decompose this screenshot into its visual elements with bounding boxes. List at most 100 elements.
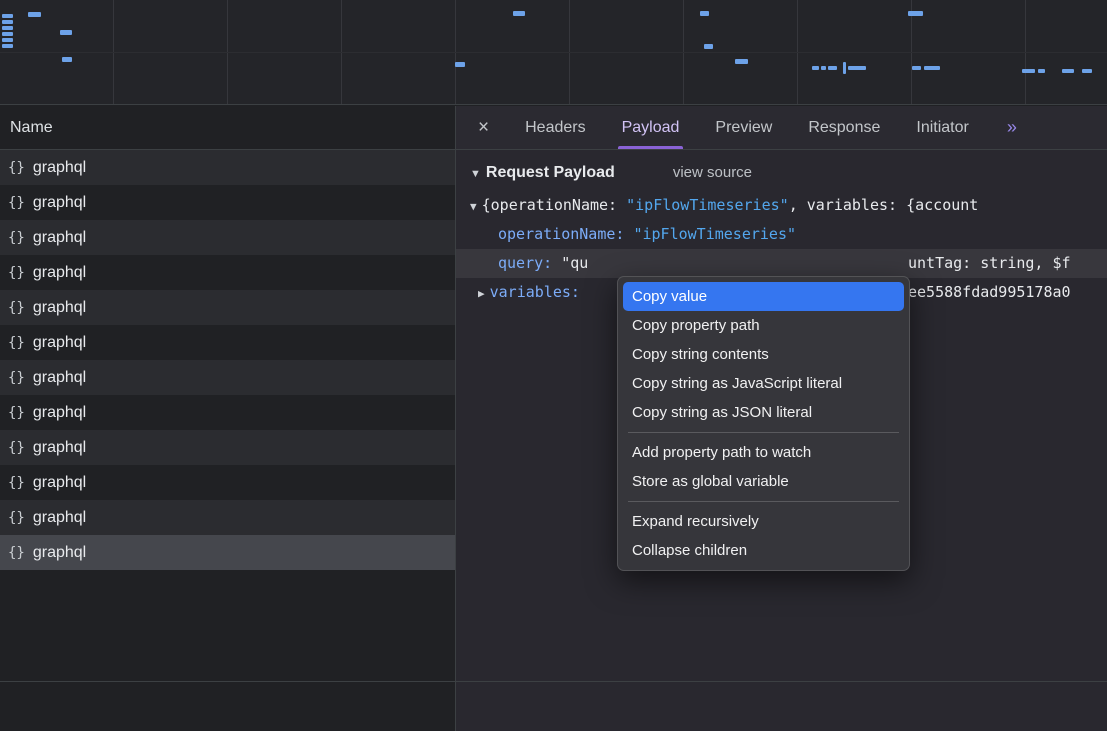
waterfall-bar: [2, 20, 13, 24]
waterfall-bar: [912, 66, 921, 70]
menu-item-copy-value[interactable]: Copy value: [623, 282, 904, 311]
waterfall-bar: [2, 38, 13, 42]
menu-item-store-as-global-variable[interactable]: Store as global variable: [623, 467, 904, 496]
json-icon: {}: [8, 335, 25, 351]
request-list-panel: Name {} graphql {} graphql {} graphql {} gra…: [0, 106, 456, 731]
request-row[interactable]: {}graphql: [0, 255, 455, 290]
menu-item-copy-string-contents[interactable]: Copy string contents: [623, 340, 904, 369]
waterfall-bar: [735, 59, 748, 64]
waterfall-bar: [848, 66, 866, 70]
context-menu: Copy value Copy property path Copy strin…: [617, 276, 910, 571]
payload-row-operationname[interactable]: operationName: "ipFlowTimeseries": [456, 220, 1107, 249]
detail-tab-bar: × Headers Payload Preview Response Initi…: [456, 106, 1107, 150]
name-column-label: Name: [10, 119, 53, 137]
menu-item-copy-string-json-literal[interactable]: Copy string as JSON literal: [623, 398, 904, 427]
close-icon[interactable]: ×: [478, 117, 489, 139]
request-name: graphql: [33, 159, 86, 177]
waterfall-bar: [60, 30, 72, 35]
json-icon: {}: [8, 300, 25, 316]
request-row[interactable]: {} graphql: [0, 220, 455, 255]
json-icon: {}: [8, 545, 25, 561]
request-row[interactable]: {} graphql: [0, 290, 455, 325]
request-row[interactable]: {} graphql: [0, 500, 455, 535]
waterfall-bar: [908, 11, 923, 16]
request-name: graphql: [33, 404, 86, 422]
disclosure-open-icon[interactable]: ▼: [470, 168, 481, 180]
view-source-link[interactable]: view source: [673, 164, 752, 181]
json-icon: {}: [8, 440, 25, 456]
tab-preview[interactable]: Preview: [715, 106, 772, 149]
request-row[interactable]: {} graphql: [0, 360, 455, 395]
tab-payload[interactable]: Payload: [622, 106, 680, 149]
disclosure-open-icon[interactable]: ▼: [470, 200, 477, 213]
request-name: graphql: [33, 544, 86, 562]
more-tabs-icon[interactable]: »: [1007, 117, 1017, 138]
waterfall-bar: [1082, 69, 1092, 73]
name-column-header[interactable]: Name: [0, 106, 455, 150]
payload-row-query[interactable]: query: "qu untTag: string, $f: [456, 249, 1107, 278]
request-row[interactable]: {} graphql: [0, 430, 455, 465]
request-name: graphql: [33, 229, 86, 247]
request-row[interactable]: {} graphql: [0, 465, 455, 500]
network-main-split: Name {} graphql {} graphql {} graphql {} gra…: [0, 106, 1107, 731]
request-name: graphql: [33, 439, 86, 457]
request-row[interactable]: {} graphql: [0, 185, 455, 220]
section-title: Request Payload: [486, 164, 615, 182]
waterfall-bar: [843, 62, 846, 74]
waterfall-bar: [2, 32, 13, 36]
waterfall-bar: [704, 44, 713, 49]
request-name: graphql: [33, 299, 86, 317]
menu-item-copy-property-path[interactable]: Copy property path: [623, 311, 904, 340]
disclosure-closed-icon[interactable]: ▶: [478, 287, 485, 300]
variables-string-tail: ee5588fdad995178a0: [908, 278, 1071, 307]
waterfall-bar: [1062, 69, 1074, 73]
request-name: graphql: [33, 474, 86, 492]
request-row-selected[interactable]: {} graphql: [0, 535, 455, 570]
request-name: graphql: [33, 194, 86, 212]
request-name: graphql: [33, 509, 86, 527]
menu-item-expand-recursively[interactable]: Expand recursively: [623, 507, 904, 536]
json-icon: {}: [8, 475, 25, 491]
waterfall-bar: [62, 57, 72, 62]
waterfall-bar: [28, 12, 41, 17]
waterfall-bar: [700, 11, 709, 16]
json-icon: {}: [8, 230, 25, 246]
menu-item-collapse-children[interactable]: Collapse children: [623, 536, 904, 565]
waterfall-bar: [2, 26, 13, 30]
tab-response[interactable]: Response: [808, 106, 880, 149]
payload-preview-line[interactable]: ▼{operationName: "ipFlowTimeseries", var…: [456, 191, 1107, 220]
network-overview[interactable]: [0, 0, 1107, 105]
request-name: graphql: [33, 334, 86, 352]
summary-divider: [0, 681, 1107, 682]
request-payload-header: ▼ Request Payload view source: [456, 164, 1107, 182]
request-row[interactable]: {} graphql: [0, 150, 455, 185]
waterfall-bar: [2, 14, 13, 18]
waterfall-bar: [821, 66, 826, 70]
menu-item-add-property-path-to-watch[interactable]: Add property path to watch: [623, 438, 904, 467]
waterfall-bar: [828, 66, 837, 70]
json-icon: {}: [8, 160, 25, 176]
request-list: {}graphql {}graphql {}graphql {}graphql …: [0, 150, 455, 570]
tab-headers[interactable]: Headers: [525, 106, 585, 149]
json-icon: {}: [8, 510, 25, 526]
request-name: graphql: [33, 369, 86, 387]
tab-initiator[interactable]: Initiator: [916, 106, 968, 149]
waterfall-bar: [455, 62, 465, 67]
waterfall-bar: [924, 66, 940, 70]
menu-separator: [628, 501, 899, 502]
waterfall-bar: [513, 11, 525, 16]
query-string-tail: untTag: string, $f: [908, 249, 1071, 278]
page-background: Name {} graphql {} graphql {} graphql {} gra…: [0, 0, 1110, 740]
waterfall-bar: [812, 66, 819, 70]
json-icon: {}: [8, 405, 25, 421]
waterfall-bar: [1038, 69, 1045, 73]
request-row[interactable]: {} graphql: [0, 325, 455, 360]
request-row[interactable]: {} graphql: [0, 395, 455, 430]
menu-item-copy-string-js-literal[interactable]: Copy string as JavaScript literal: [623, 369, 904, 398]
json-icon: {}: [8, 265, 25, 281]
menu-separator: [628, 432, 899, 433]
json-icon: {}: [8, 370, 25, 386]
waterfall-bar: [1022, 69, 1035, 73]
json-icon: {}: [8, 195, 25, 211]
devtools-window: Name {} graphql {} graphql {} graphql {} gra…: [0, 0, 1107, 731]
